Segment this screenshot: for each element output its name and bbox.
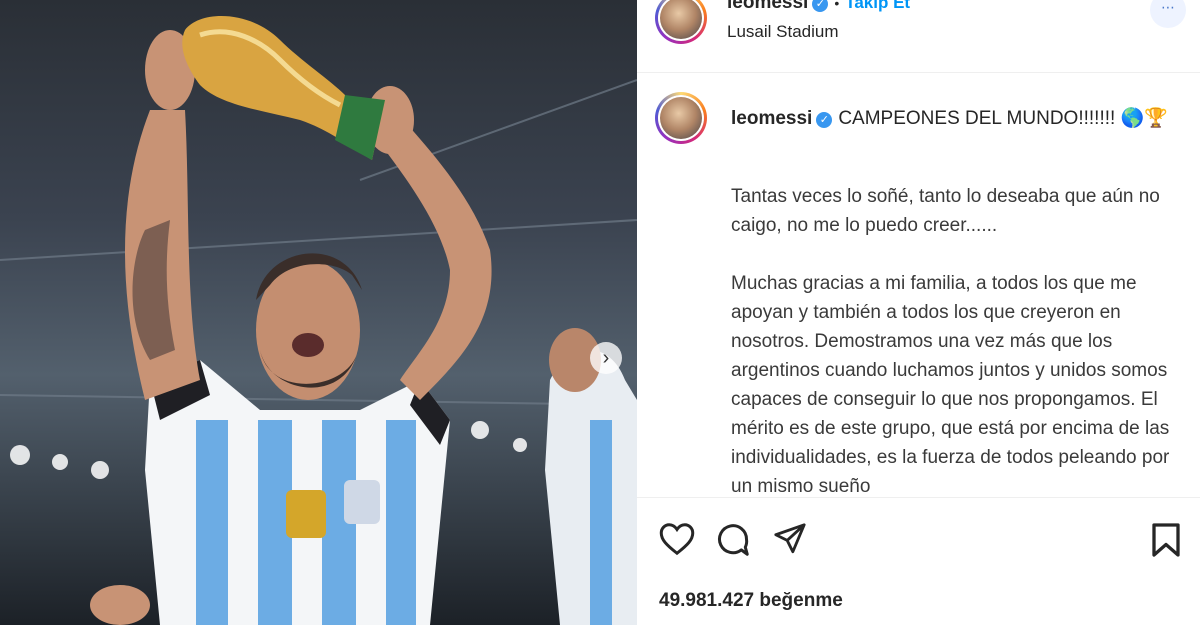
follow-button[interactable]: Takip Et <box>845 0 910 12</box>
caption-avatar[interactable] <box>655 92 707 144</box>
heart-icon[interactable] <box>659 522 695 556</box>
share-icon[interactable] <box>773 522 807 556</box>
post-actions: 49.981.427 beğenme <box>637 497 1200 626</box>
caption-paragraph: Tantas veces lo soñé, tanto lo deseaba q… <box>731 186 1160 236</box>
comment-icon[interactable] <box>715 522 751 558</box>
post-photo[interactable]: › <box>0 0 637 625</box>
post-header: leomessi ✓ • Takip Et Lusail Stadium ⋯ <box>637 0 1200 73</box>
caption-username[interactable]: leomessi <box>731 108 812 129</box>
bookmark-icon[interactable] <box>1151 522 1181 558</box>
caption-body: Tantas veces lo soñé, tanto lo deseaba q… <box>731 182 1171 497</box>
caption-headline-row: leomessi ✓ CAMPEONES DEL MUNDO!!!!!!! 🌎🏆 <box>731 104 1171 134</box>
verified-badge-icon: ✓ <box>816 112 833 128</box>
caption-paragraph: Muchas gracias a mi familia, a todos los… <box>731 273 1170 497</box>
header-avatar[interactable] <box>655 0 707 44</box>
caption-headline: CAMPEONES DEL MUNDO!!!!!!! 🌎🏆 <box>838 108 1168 129</box>
header-user-row: leomessi ✓ • Takip Et <box>727 0 910 14</box>
carousel-next-button[interactable]: › <box>590 342 622 374</box>
likes-count[interactable]: 49.981.427 beğenme <box>659 590 843 612</box>
header-username[interactable]: leomessi <box>727 0 808 13</box>
photo-illustration <box>0 16 637 625</box>
location-link[interactable]: Lusail Stadium <box>727 22 839 42</box>
post-caption: leomessi ✓ CAMPEONES DEL MUNDO!!!!!!! 🌎🏆 T… <box>637 72 1200 497</box>
verified-badge-icon: ✓ <box>812 0 829 12</box>
post-side-panel: leomessi ✓ • Takip Et Lusail Stadium ⋯ leom… <box>637 0 1200 625</box>
separator-dot: • <box>834 0 840 11</box>
more-options-icon[interactable]: ⋯ <box>1150 0 1186 28</box>
